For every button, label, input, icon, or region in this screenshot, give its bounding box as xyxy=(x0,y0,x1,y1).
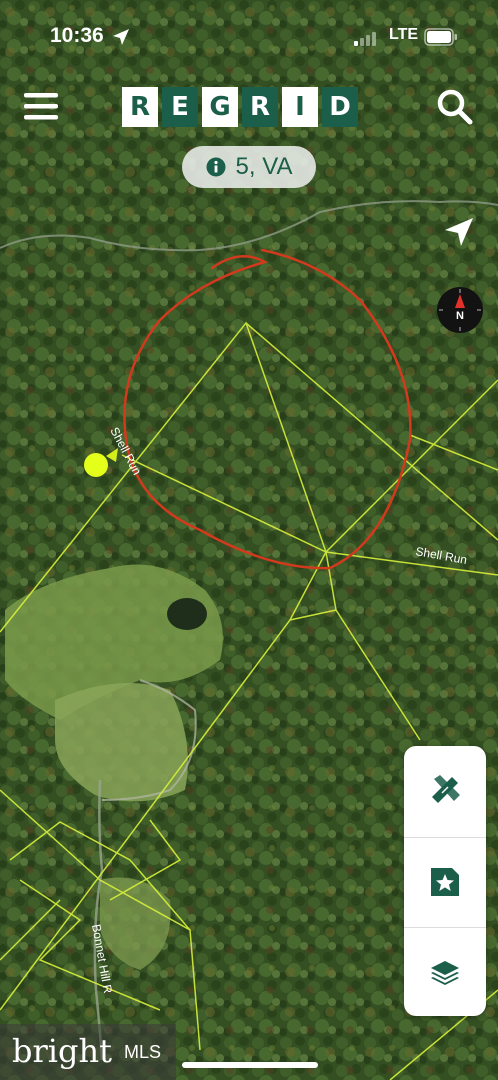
layers-icon xyxy=(431,961,459,985)
location-pill-text: 5, VA xyxy=(235,153,293,180)
logo-letter: R xyxy=(122,87,158,127)
navigation-arrow-icon[interactable] xyxy=(443,216,475,248)
menu-icon[interactable] xyxy=(22,90,60,122)
compass-north-label: N xyxy=(456,310,464,322)
status-bar: 10:36 LTE xyxy=(0,22,498,52)
pond xyxy=(167,598,207,630)
logo-letter: D xyxy=(322,87,358,127)
regrid-logo: R E G R I D xyxy=(122,87,358,127)
logo-letter: I xyxy=(282,87,318,127)
saved-star-icon xyxy=(431,868,459,896)
logo-letter: G xyxy=(202,87,238,127)
status-time: 10:36 xyxy=(50,24,104,47)
logo-letter: R xyxy=(242,87,278,127)
watermark-brand: bright xyxy=(12,1032,112,1070)
home-indicator[interactable] xyxy=(182,1062,318,1068)
location-pill[interactable]: 5, VA xyxy=(182,146,316,188)
pencil-ruler-icon xyxy=(432,775,460,803)
signal-icon xyxy=(354,32,376,46)
search-icon[interactable] xyxy=(436,88,474,126)
layers-button[interactable] xyxy=(404,927,486,1016)
compass-icon[interactable]: N xyxy=(436,286,484,334)
network-type: LTE xyxy=(389,26,419,43)
measure-tool-button[interactable] xyxy=(404,746,486,834)
bright-mls-watermark: bright MLS xyxy=(0,1024,176,1080)
location-services-icon xyxy=(113,29,129,45)
map-tools-panel xyxy=(404,746,486,1016)
watermark-suffix: MLS xyxy=(124,1042,162,1062)
location-marker xyxy=(84,453,108,477)
logo-letter: E xyxy=(162,87,198,127)
battery-icon xyxy=(424,28,457,46)
info-icon xyxy=(206,157,226,177)
saved-button[interactable] xyxy=(404,837,486,926)
